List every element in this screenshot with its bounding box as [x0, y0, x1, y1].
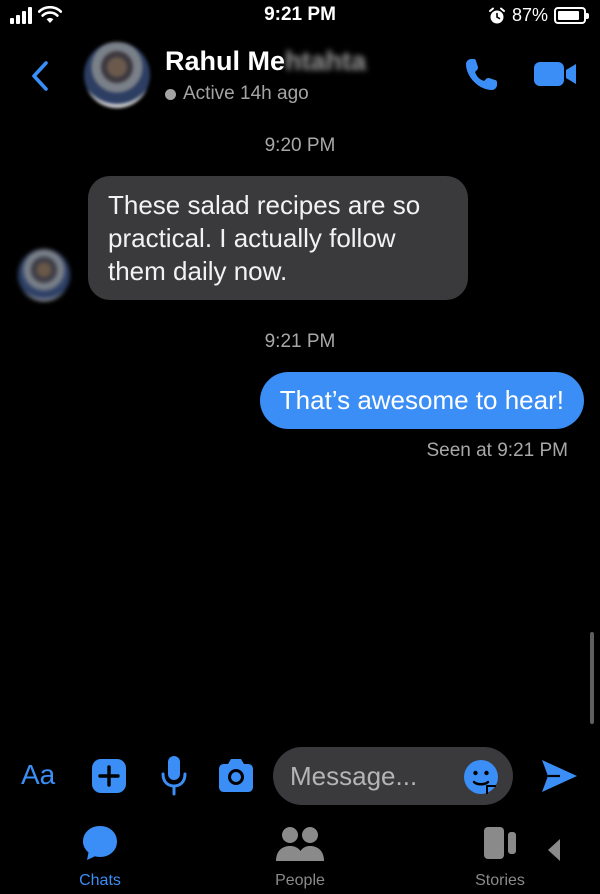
video-camera-icon[interactable] [530, 56, 580, 92]
battery-icon [554, 7, 589, 24]
tab-icon-wrap [40, 818, 160, 868]
tab-label-stories: Stories [475, 872, 525, 889]
tab-stories[interactable]: Stories [440, 818, 560, 890]
incoming-message[interactable]: These salad recipes are so practical. I … [88, 176, 468, 300]
seen-status: Seen at 9:21 PM [426, 440, 568, 461]
tab-bar: Chats People Stories [0, 818, 600, 894]
timestamp: 9:20 PM [264, 135, 336, 156]
text-format-button[interactable]: Aa [21, 759, 55, 791]
contact-avatar-small[interactable] [18, 249, 70, 301]
contact-name[interactable]: Rahul Mehtahta [165, 46, 366, 77]
outgoing-message[interactable]: That’s awesome to hear! [259, 372, 584, 429]
active-status-text: Active 14h ago [183, 83, 309, 104]
active-status: Active 14h ago [165, 83, 309, 105]
camera-icon[interactable] [215, 756, 257, 796]
status-bar: 9:21 PM 87% [0, 0, 600, 34]
message-placeholder: Message... [290, 761, 418, 791]
battery-percent: 87% [511, 5, 548, 25]
timestamp: 9:21 PM [264, 331, 336, 352]
plus-icon[interactable] [91, 758, 127, 794]
send-icon[interactable] [538, 756, 580, 796]
tab-icon-wrap [440, 818, 560, 868]
message-composer: Aa Message... [0, 742, 600, 812]
active-dot [165, 88, 176, 100]
tab-label-people: People [275, 872, 325, 889]
nav-back-icon[interactable] [544, 836, 564, 864]
people-icon [276, 827, 324, 861]
tab-people[interactable]: People [240, 818, 360, 890]
microphone-icon[interactable] [158, 754, 190, 798]
contact-name-visible: Rahul Me [165, 46, 286, 76]
status-right: 87% [488, 5, 589, 26]
alarm-icon [488, 7, 505, 23]
tab-label-chats: Chats [79, 872, 121, 889]
message-input[interactable]: Message... [273, 747, 513, 805]
tab-chats[interactable]: Chats [40, 818, 160, 890]
tab-icon-wrap [240, 818, 360, 868]
back-chevron-icon[interactable] [26, 58, 56, 94]
emoji-icon[interactable] [463, 759, 499, 795]
chat-header: Rahul Mehtahta Active 14h ago [0, 36, 600, 116]
stories-icon [484, 827, 516, 859]
scroll-indicator[interactable] [590, 632, 594, 724]
contact-name-blurred: htahta [285, 46, 367, 76]
phone-icon[interactable] [462, 54, 502, 94]
contact-avatar[interactable] [84, 42, 150, 108]
chat-bubble-icon [83, 826, 117, 860]
